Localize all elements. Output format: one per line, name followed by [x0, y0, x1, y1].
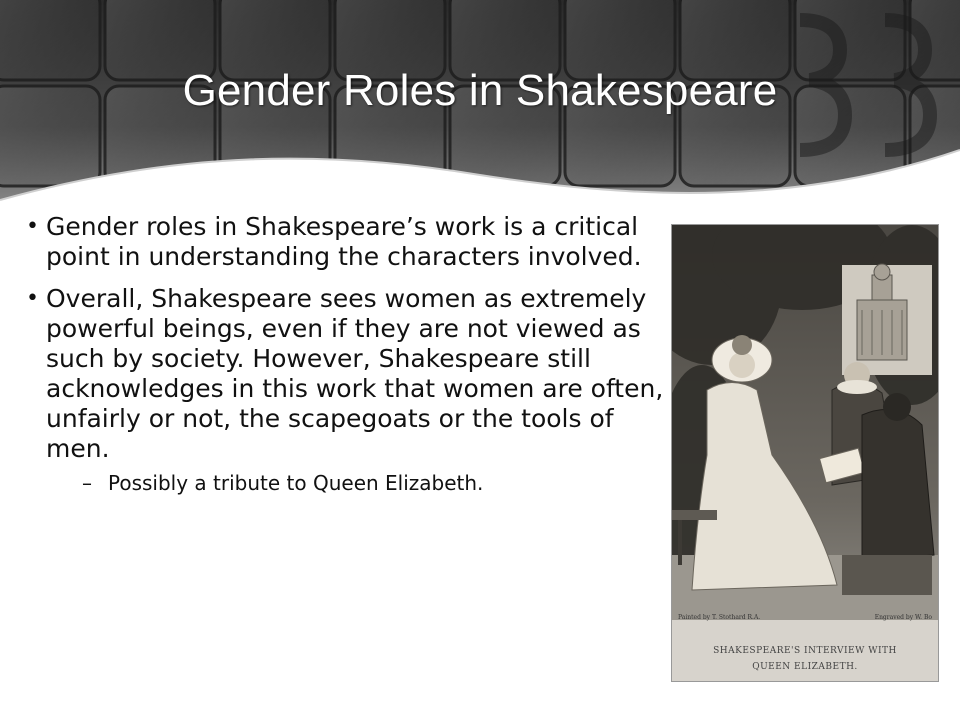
bullet-item: • Gender roles in Shakespeare’s work is … [26, 212, 676, 272]
slide-header-banner: Gender Roles in Shakespeare [0, 0, 960, 230]
bullet-icon: • [26, 286, 39, 311]
sub-bullet-dash-icon: – [82, 471, 92, 495]
engraving-caption-line2: QUEEN ELIZABETH. [752, 662, 858, 672]
bullet-item: • Overall, Shakespeare sees women as ext… [26, 284, 676, 496]
sub-bullet-text: Possibly a tribute to Queen Elizabeth. [108, 471, 484, 495]
bullet-list: • Gender roles in Shakespeare’s work is … [26, 212, 676, 508]
slide: Gender Roles in Shakespeare • Gender rol… [0, 0, 960, 720]
plate-credit-engraver: Engraved by W. Bo [874, 614, 932, 621]
engraving-illustration [672, 225, 938, 620]
sub-bullet-item: – Possibly a tribute to Queen Elizabeth. [46, 470, 676, 496]
engraving-image: Painted by T. Stothard R.A. Engraved by … [671, 224, 939, 682]
plate-credit-painter: Painted by T. Stothard R.A. [678, 614, 761, 621]
engraving-caption-line1: SHAKESPEARE'S INTERVIEW WITH [713, 646, 897, 656]
bullet-icon: • [26, 214, 39, 239]
bullet-text: Overall, Shakespeare sees women as extre… [46, 284, 664, 463]
bullet-text: Gender roles in Shakespeare’s work is a … [46, 212, 642, 271]
slide-title: Gender Roles in Shakespeare [182, 66, 778, 115]
